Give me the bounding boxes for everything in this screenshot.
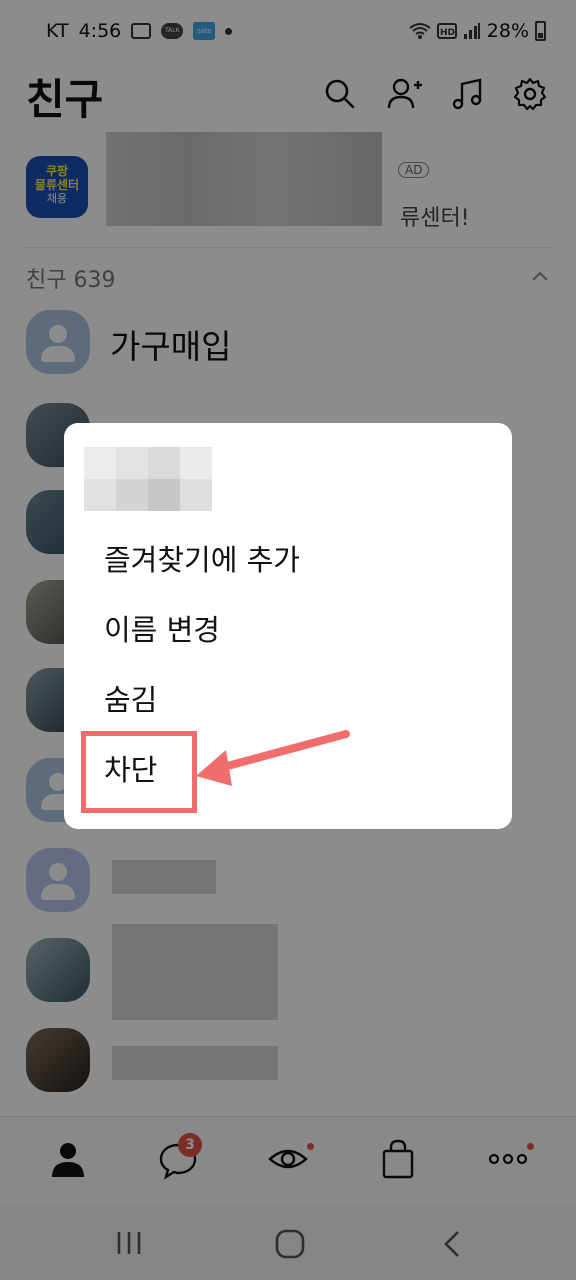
hide-item[interactable]: 숨김	[104, 677, 157, 719]
add-to-favorites-item[interactable]: 즐겨찾기에 추가	[104, 537, 300, 579]
friend-context-menu: 즐겨찾기에 추가 이름 변경 숨김 차단	[64, 423, 512, 829]
rename-item[interactable]: 이름 변경	[104, 607, 220, 649]
highlight-box	[81, 731, 197, 813]
friend-name-redacted	[84, 447, 212, 511]
